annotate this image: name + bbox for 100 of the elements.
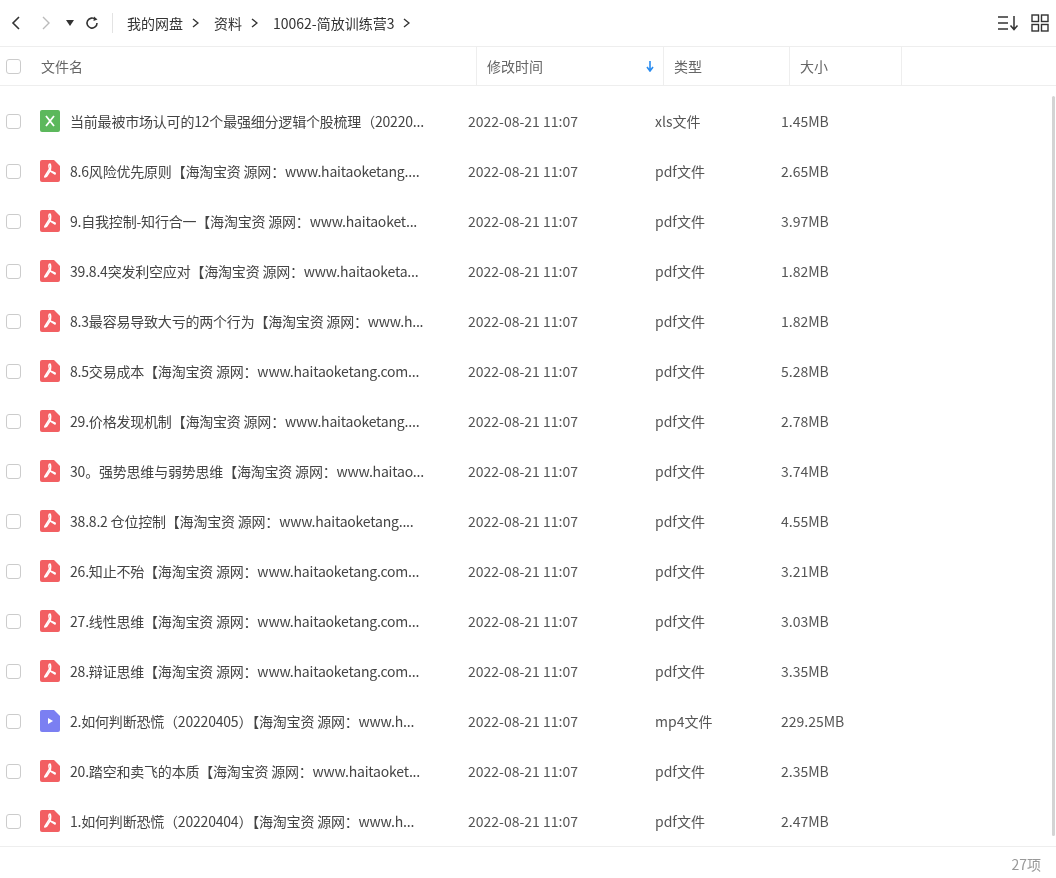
file-size: 1.82MB (781, 311, 830, 331)
file-name[interactable]: 38.8.2 仓位控制【海淘宝资 源网：www.haitaoketang.... (70, 511, 468, 531)
checkbox[interactable] (6, 58, 21, 74)
pdf-file-icon (40, 810, 60, 832)
file-name[interactable]: 20.踏空和卖飞的本质【海淘宝资 源网：www.haitaoket... (70, 761, 468, 781)
file-size: 5.28MB (781, 361, 830, 381)
modified-time: 2022-08-21 11:07 (468, 361, 579, 381)
modified-time: 2022-08-21 11:07 (468, 461, 579, 481)
file-name[interactable]: 39.8.4突发利空应对【海淘宝资 源网：www.haitaoketa... (70, 261, 468, 281)
checkbox[interactable] (6, 163, 21, 179)
pdf-file-icon (40, 610, 60, 632)
modified-time: 2022-08-21 11:07 (468, 761, 579, 781)
refresh-icon[interactable] (84, 15, 100, 31)
column-header[interactable]: 类型 (674, 56, 702, 76)
checkbox[interactable] (6, 313, 21, 329)
column-header[interactable]: 修改时间 (487, 56, 543, 76)
pdf-file-icon (40, 660, 60, 682)
checkbox[interactable] (6, 713, 21, 729)
file-size: 2.35MB (781, 761, 830, 781)
modified-time: 2022-08-21 11:07 (468, 711, 579, 731)
chevron-icon (403, 18, 411, 28)
file-name[interactable]: 当前最被市场认可的12个最强细分逻辑个股梳理（20220... (70, 111, 468, 131)
file-type: pdf文件 (655, 761, 706, 781)
modified-time: 2022-08-21 11:07 (468, 611, 579, 631)
file-type: pdf文件 (655, 811, 706, 831)
file-name[interactable]: 28.辩证思维【海淘宝资 源网：www.haitaoketang.com... (70, 661, 468, 681)
modified-time: 2022-08-21 11:07 (468, 161, 579, 181)
scrollbar[interactable] (1052, 96, 1055, 836)
item-count: 27项 (1011, 854, 1041, 874)
breadcrumb-item[interactable]: 10062-简放训练营3 (273, 13, 395, 33)
pdf-file-icon (40, 460, 60, 482)
pdf-file-icon (40, 260, 60, 282)
modified-time: 2022-08-21 11:07 (468, 311, 579, 331)
forward-icon[interactable] (40, 15, 52, 31)
modified-time: 2022-08-21 11:07 (468, 811, 579, 831)
checkbox[interactable] (6, 363, 21, 379)
file-name[interactable]: 8.3最容易导致大亏的两个行为【海淘宝资 源网：www.h... (70, 311, 468, 331)
chevron-icon (192, 18, 199, 28)
pdf-file-icon (40, 160, 60, 182)
checkbox[interactable] (6, 663, 21, 679)
file-name[interactable]: 1.如何判断恐慌（20220404）【海淘宝资 源网：www.h... (70, 811, 468, 831)
file-type: pdf文件 (655, 611, 706, 631)
dropdown-icon[interactable] (66, 20, 74, 26)
breadcrumb-item[interactable]: 资料 (214, 13, 242, 33)
file-type: pdf文件 (655, 511, 706, 531)
column-header[interactable]: 文件名 (41, 56, 83, 76)
pdf-file-icon (40, 410, 60, 432)
file-size: 2.78MB (781, 411, 830, 431)
file-name[interactable]: 8.5交易成本【海淘宝资 源网：www.haitaoketang.com... (70, 361, 468, 381)
file-size: 4.55MB (781, 511, 830, 531)
modified-time: 2022-08-21 11:07 (468, 511, 579, 531)
sort-arrow-icon[interactable] (646, 60, 654, 72)
pdf-file-icon (40, 310, 60, 332)
file-size: 3.03MB (781, 611, 830, 631)
sort-icon[interactable] (997, 14, 1019, 32)
file-size: 3.74MB (781, 461, 830, 481)
checkbox[interactable] (6, 613, 21, 629)
file-name[interactable]: 29.价格发现机制【海淘宝资 源网：www.haitaoketang.... (70, 411, 468, 431)
checkbox[interactable] (6, 813, 21, 829)
chevron-icon (251, 18, 258, 28)
modified-time: 2022-08-21 11:07 (468, 411, 579, 431)
checkbox[interactable] (6, 763, 21, 779)
file-size: 2.65MB (781, 161, 830, 181)
modified-time: 2022-08-21 11:07 (468, 661, 579, 681)
grid-view-icon[interactable] (1031, 14, 1049, 32)
file-name[interactable]: 30。强势思维与弱势思维【海淘宝资 源网：www.haitao... (70, 461, 468, 481)
spreadsheet-file-icon (40, 110, 60, 132)
file-name[interactable]: 8.6风险优先原则【海淘宝资 源网：www.haitaoketang.... (70, 161, 468, 181)
checkbox[interactable] (6, 113, 21, 129)
pdf-file-icon (40, 510, 60, 532)
file-type: pdf文件 (655, 561, 706, 581)
checkbox[interactable] (6, 213, 21, 229)
file-type: xls文件 (655, 111, 702, 131)
checkbox[interactable] (6, 563, 21, 579)
back-icon[interactable] (10, 15, 22, 31)
file-size: 229.25MB (781, 711, 846, 731)
pdf-file-icon (40, 760, 60, 782)
file-name[interactable]: 2.如何判断恐慌（20220405）【海淘宝资 源网：www.h... (70, 711, 468, 731)
modified-time: 2022-08-21 11:07 (468, 261, 579, 281)
file-size: 3.97MB (781, 211, 830, 231)
file-size: 3.35MB (781, 661, 830, 681)
file-type: pdf文件 (655, 411, 706, 431)
file-size: 1.82MB (781, 261, 830, 281)
modified-time: 2022-08-21 11:07 (468, 111, 579, 131)
checkbox[interactable] (6, 513, 21, 529)
checkbox[interactable] (6, 463, 21, 479)
file-type: pdf文件 (655, 161, 706, 181)
column-header[interactable]: 大小 (800, 56, 828, 76)
file-size: 3.21MB (781, 561, 830, 581)
file-name[interactable]: 26.知止不殆【海淘宝资 源网：www.haitaoketang.com... (70, 561, 468, 581)
checkbox[interactable] (6, 413, 21, 429)
file-name[interactable]: 27.线性思维【海淘宝资 源网：www.haitaoketang.com... (70, 611, 468, 631)
file-type: pdf文件 (655, 661, 706, 681)
pdf-file-icon (40, 360, 60, 382)
breadcrumb-item[interactable]: 我的网盘 (127, 13, 183, 33)
checkbox[interactable] (6, 263, 21, 279)
modified-time: 2022-08-21 11:07 (468, 561, 579, 581)
file-name[interactable]: 9.自我控制-知行合一【海淘宝资 源网：www.haitaoket... (70, 211, 468, 231)
modified-time: 2022-08-21 11:07 (468, 211, 579, 231)
file-type: pdf文件 (655, 461, 706, 481)
